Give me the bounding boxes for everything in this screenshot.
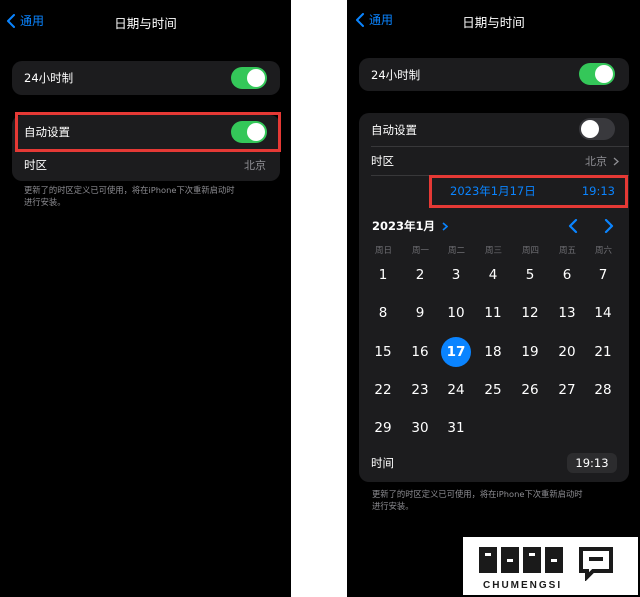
left-row-timezone[interactable]: 时区 北京 [12,150,280,180]
right-timezone-value: 北京 [585,155,607,168]
chevron-right-icon [442,222,448,231]
right-page-title: 日期与时间 [462,15,525,30]
weekday-label: 周四 [521,246,539,256]
calendar-day[interactable]: 2 [405,260,435,290]
calendar-day[interactable]: 5 [515,260,545,290]
calendar-day[interactable]: 6 [552,260,582,290]
calendar-day[interactable]: 9 [405,298,435,328]
calendar-day[interactable]: 27 [552,375,582,405]
left-highlight-box [15,112,281,152]
right-row-24h-label: 24小时制 [371,67,421,82]
chevron-right-icon [613,157,619,166]
watermark-logo: CHUMENGSI [463,537,638,595]
watermark-brand-text: CHUMENGSI [483,580,563,591]
weekday-label: 周五 [558,246,576,256]
left-footnote-line1: 更新了的时区定义已可使用，将在iPhone下次重新启动时 [24,185,235,195]
right-row-auto-set: 自动设置 [359,113,629,146]
calendar-day[interactable]: 18 [478,337,508,367]
calendar-day[interactable]: 1 [368,260,398,290]
right-time-label: 时间 [371,456,394,470]
left-row-24h: 24小时制 [12,61,280,95]
right-footnote-line1: 更新了的时区定义已可使用，将在iPhone下次重新启动时 [372,489,583,499]
prev-month-chevron-icon[interactable] [568,219,578,233]
right-row-timezone-label: 时区 [371,154,394,168]
left-toggle-24h[interactable] [231,67,267,89]
left-24h-group: 24小时制 [12,61,280,95]
right-footnote-line2: 进行安装。 [372,501,414,511]
calendar-day[interactable]: 4 [478,260,508,290]
next-month-chevron-icon[interactable] [604,219,614,233]
calendar-day[interactable]: 23 [405,375,435,405]
right-footnote: 更新了的时区定义已可使用，将在iPhone下次重新启动时 进行安装。 [372,488,627,512]
calendar-day[interactable]: 30 [405,413,435,443]
calendar-day-selected[interactable]: 17 [441,337,471,367]
right-row-auto-label: 自动设置 [371,122,417,137]
calendar-day[interactable]: 7 [588,260,618,290]
left-footnote: 更新了的时区定义已可使用，将在iPhone下次重新启动时 进行安装。 [24,184,274,208]
calendar-month-header[interactable]: 2023年1月 [359,217,629,235]
left-footnote-line2: 进行安装。 [24,197,66,207]
calendar-day[interactable]: 26 [515,375,545,405]
right-row-time: 时间 19:13 [359,449,629,477]
calendar-day[interactable]: 15 [368,337,398,367]
calendar-day[interactable]: 3 [441,260,471,290]
weekday-label: 周一 [411,246,429,256]
left-navbar: 通用 日期与时间 [0,0,291,44]
calendar-day[interactable]: 16 [405,337,435,367]
right-toggle-auto-set[interactable] [579,118,615,140]
weekday-label: 周六 [594,246,612,256]
calendar-day[interactable]: 14 [588,298,618,328]
calendar-day[interactable]: 12 [515,298,545,328]
time-picker-button[interactable]: 19:13 [567,453,617,473]
right-highlight-box [429,175,628,208]
right-row-24h: 24小时制 [359,58,629,91]
left-phone-screen: 通用 日期与时间 24小时制 自动设置 时区 北京 更新了的时区定义已可使用，将… [0,0,291,597]
calendar-day[interactable]: 10 [441,298,471,328]
calendar-day[interactable]: 19 [515,337,545,367]
calendar-day[interactable]: 24 [441,375,471,405]
left-row-24h-label: 24小时制 [24,71,74,85]
weekday-label: 周三 [484,246,502,256]
calendar-day[interactable]: 22 [368,375,398,405]
calendar-day[interactable]: 31 [441,413,471,443]
calendar-day[interactable]: 29 [368,413,398,443]
left-page-title: 日期与时间 [114,16,177,31]
right-toggle-24h[interactable] [579,63,615,85]
right-navbar: 通用 日期与时间 [347,0,640,44]
calendar-day[interactable]: 13 [552,298,582,328]
left-row-timezone-label: 时区 [24,158,47,172]
calendar-day[interactable]: 28 [588,375,618,405]
weekday-label: 周二 [447,246,465,256]
weekday-label: 周日 [374,246,392,256]
calendar-month-label[interactable]: 2023年1月 [372,218,435,234]
left-timezone-value: 北京 [244,159,266,172]
calendar-day[interactable]: 20 [552,337,582,367]
right-24h-group: 24小时制 [359,58,629,91]
calendar-day[interactable]: 25 [478,375,508,405]
calendar-day[interactable]: 21 [588,337,618,367]
right-phone-screen: 通用 日期与时间 24小时制 自动设置 时区 北京 2023年1月17日 19:… [347,0,640,597]
calendar-day[interactable]: 8 [368,298,398,328]
logo-mark-icon [479,547,613,581]
right-row-timezone[interactable]: 时区 北京 [359,147,629,175]
calendar-day[interactable]: 11 [478,298,508,328]
